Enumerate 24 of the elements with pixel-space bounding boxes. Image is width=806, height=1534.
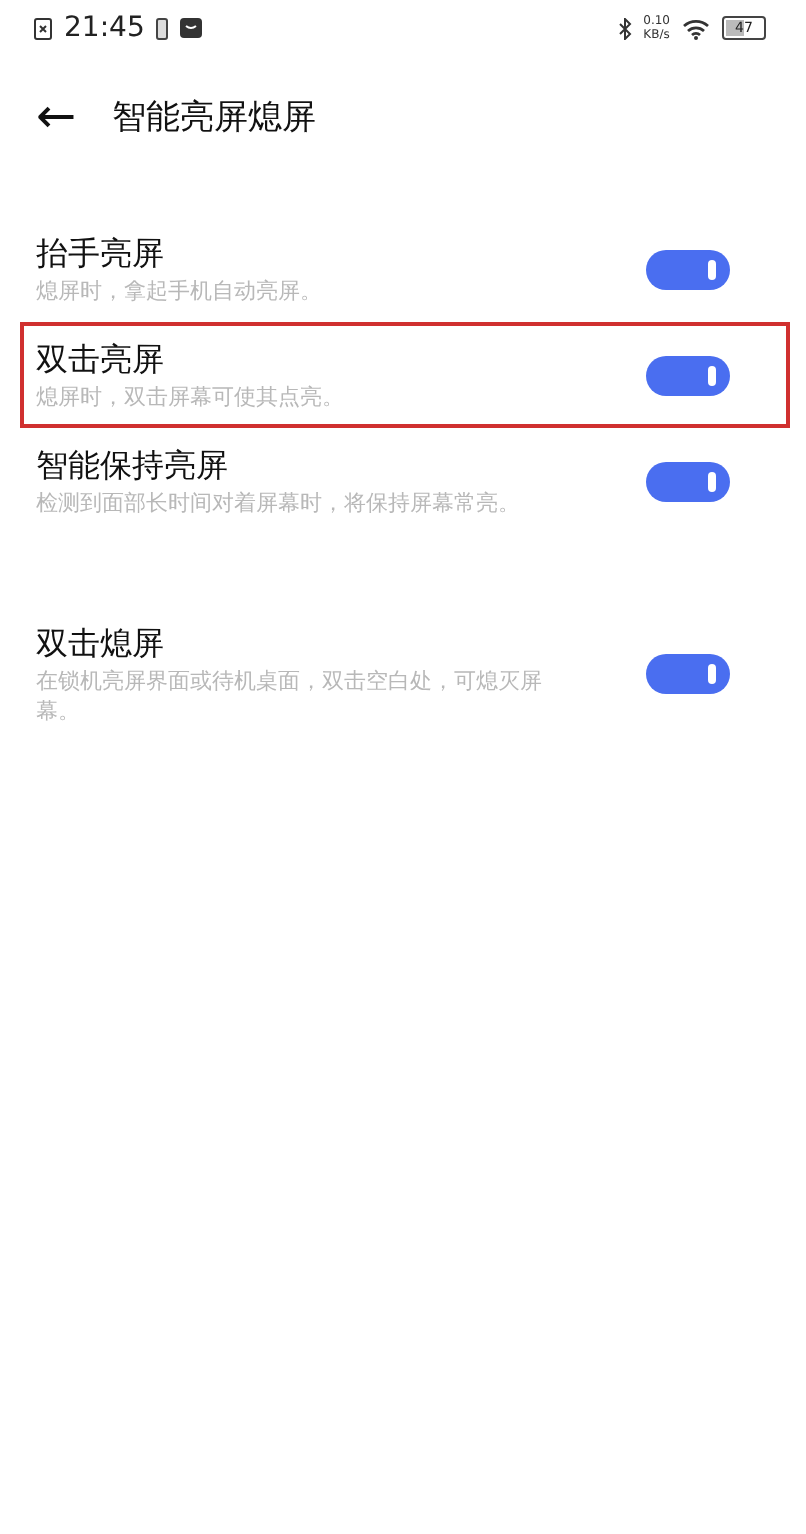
back-button[interactable]: ← [36, 92, 112, 140]
message-icon [180, 18, 203, 38]
setting-title: 智能保持亮屏 [36, 444, 230, 488]
toggle-switch[interactable] [646, 249, 730, 289]
setting-description: 熄屏时，双击屏幕可使其点亮。 [36, 382, 344, 412]
sim-icon [34, 17, 52, 39]
phone-icon [156, 17, 169, 39]
setting-row[interactable]: 智能保持亮屏 检测到面部长时间对着屏幕时，将保持屏幕常亮。 [20, 428, 790, 534]
status-time: 21:45 [64, 12, 145, 44]
setting-row[interactable]: 双击熄屏 在锁机亮屏界面或待机桌面，双击空白处，可熄灭屏幕。 [20, 606, 790, 742]
bluetooth-icon [617, 17, 632, 39]
toggle-switch[interactable] [646, 654, 730, 694]
setting-description: 熄屏时，拿起手机自动亮屏。 [36, 276, 322, 306]
wifi-icon [682, 17, 710, 39]
setting-title: 双击亮屏 [36, 338, 166, 382]
toggle-switch[interactable] [646, 355, 730, 395]
toggle-switch[interactable] [646, 461, 730, 501]
setting-row[interactable]: 抬手亮屏 熄屏时，拿起手机自动亮屏。 [20, 216, 790, 322]
setting-title: 双击熄屏 [36, 622, 166, 666]
setting-description: 检测到面部长时间对着屏幕时，将保持屏幕常亮。 [36, 488, 520, 518]
page-title: 智能亮屏熄屏 [112, 95, 316, 139]
setting-description: 在锁机亮屏界面或待机桌面，双击空白处，可熄灭屏幕。 [36, 666, 544, 726]
highlighted-setting-row[interactable]: 双击亮屏 熄屏时，双击屏幕可使其点亮。 [20, 322, 790, 428]
setting-title: 抬手亮屏 [36, 232, 166, 276]
